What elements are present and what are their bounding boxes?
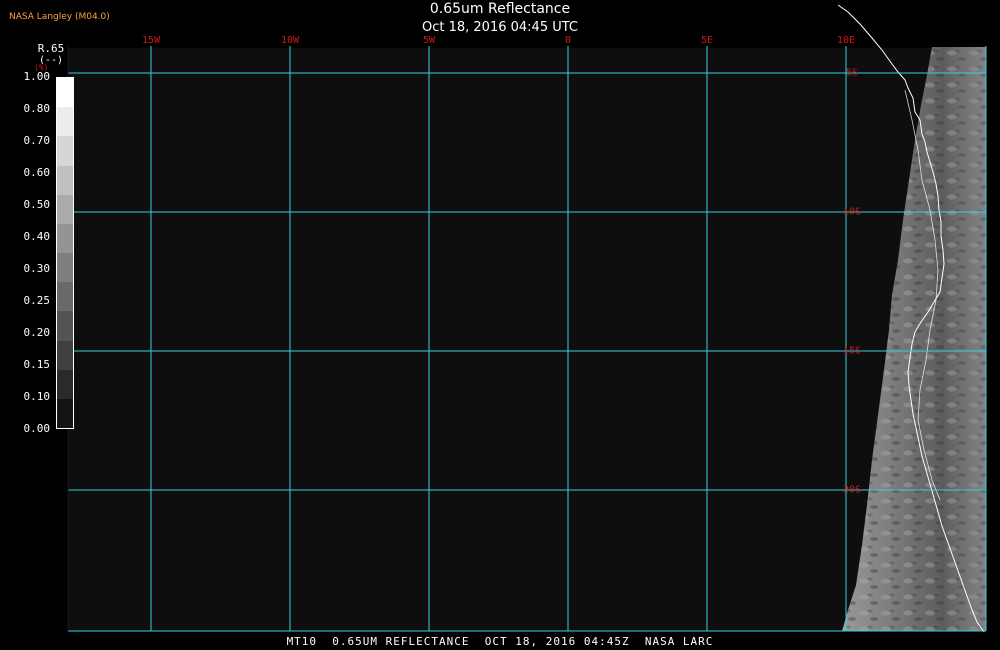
satellite-map: [67, 4, 987, 633]
colorbar-tick-label: 0.30: [23, 262, 51, 275]
latitude-label: 20S: [842, 484, 862, 496]
chart-title: 0.65um Reflectance: [429, 1, 571, 17]
colorbar-tick-label: 0.40: [23, 230, 51, 243]
colorbar-step: [57, 253, 73, 283]
colorbar-tick-label: 0.60: [23, 166, 51, 179]
longitude-label: 0: [564, 35, 572, 46]
longitude-label: 10W: [280, 35, 300, 46]
colorbar-tick-label: 0.10: [23, 390, 51, 403]
colorbar-tick-label: 0.00: [23, 422, 51, 435]
colorbar-step: [57, 136, 73, 166]
colorbar-tick-label: 0.50: [23, 198, 51, 211]
colorbar-variable: R.65: [37, 42, 65, 55]
colorbar-step: [57, 107, 73, 137]
colorbar-step: [57, 369, 73, 399]
longitude-label: 5E: [700, 35, 714, 46]
latitude-label: 10S: [842, 206, 862, 218]
colorbar-tick-label: 1.00: [23, 70, 51, 83]
colorbar-step: [57, 78, 73, 108]
colorbar-tick-label: 0.25: [23, 294, 51, 307]
colorbar-tick-label: 0.15: [23, 358, 51, 371]
colorbar-step: [57, 165, 73, 195]
ocean-area: [68, 48, 986, 631]
credit-label: NASA Langley (M04.0): [9, 12, 110, 22]
colorbar-step: [57, 398, 73, 428]
longitude-label: 10E: [836, 35, 856, 46]
colorbar-step: [57, 223, 73, 254]
footer-caption: MT10 0.65UM REFLECTANCE OCT 18, 2016 04:…: [286, 635, 714, 648]
colorbar-step: [57, 282, 73, 312]
colorbar-tick-label: 0.70: [23, 134, 51, 147]
longitude-label: 5W: [422, 35, 436, 46]
colorbar-step: [57, 194, 73, 224]
latitude-label: 5S: [845, 67, 859, 79]
colorbar: [56, 77, 74, 429]
longitude-label: 15W: [141, 35, 161, 46]
colorbar-tick-label: 0.80: [23, 102, 51, 115]
latitude-label: 15S: [842, 345, 862, 357]
colorbar-step: [57, 311, 73, 341]
timestamp: Oct 18, 2016 04:45 UTC: [422, 20, 578, 35]
colorbar-tick-label: 0.20: [23, 326, 51, 339]
colorbar-step: [57, 340, 73, 370]
